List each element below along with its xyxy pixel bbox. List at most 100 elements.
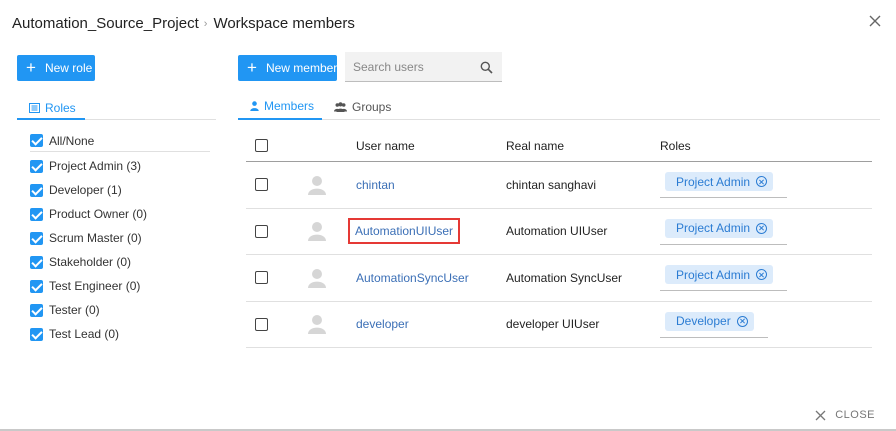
role-chip-label: Project Admin xyxy=(676,267,751,282)
search-icon[interactable] xyxy=(480,61,493,74)
checkbox[interactable] xyxy=(30,279,43,293)
role-chip-label: Project Admin xyxy=(676,174,751,189)
role-chip[interactable]: Project Admin xyxy=(665,265,774,284)
roles-field[interactable]: Project Admin xyxy=(660,261,788,291)
avatar-placeholder-icon xyxy=(308,315,326,335)
avatar xyxy=(308,255,326,301)
close-button[interactable]: CLOSE xyxy=(815,409,875,421)
group-icon xyxy=(334,101,347,112)
avatar-placeholder-icon xyxy=(308,222,326,242)
role-chip[interactable]: Project Admin xyxy=(665,172,774,191)
real-name: chintan sanghavi xyxy=(506,177,597,192)
role-item-stakeholder[interactable]: Stakeholder (0) xyxy=(30,250,210,274)
table-row: AutomationUIUser Automation UIUser Proje… xyxy=(246,209,872,255)
tab-members-label: Members xyxy=(264,98,315,113)
tab-roles-label: Roles xyxy=(45,100,76,115)
close-icon xyxy=(815,410,826,420)
checkbox[interactable] xyxy=(30,255,43,269)
new-role-button[interactable]: + New role xyxy=(17,55,95,81)
user-name-link[interactable]: AutomationSyncUser xyxy=(356,271,469,285)
real-name: Automation SyncUser xyxy=(506,270,623,285)
members-tab-bar: Members Groups xyxy=(238,93,880,120)
role-item-all-none[interactable]: All/None xyxy=(30,130,210,152)
remove-role-icon[interactable] xyxy=(736,315,748,327)
role-label: Test Lead (0) xyxy=(49,327,120,341)
tab-groups[interactable]: Groups xyxy=(334,93,391,120)
new-member-button[interactable]: + New member xyxy=(238,55,337,81)
table-row: chintan chintan sanghavi Project Admin xyxy=(246,162,872,209)
column-user-name[interactable]: User name xyxy=(356,130,415,161)
checkbox[interactable] xyxy=(30,327,43,341)
search-box[interactable] xyxy=(345,52,502,82)
role-chip-label: Developer xyxy=(676,314,731,328)
role-label: Product Owner (0) xyxy=(49,207,148,221)
checkbox[interactable] xyxy=(30,303,43,317)
new-role-label: New role xyxy=(44,61,93,75)
checkbox[interactable] xyxy=(30,207,43,221)
avatar xyxy=(308,162,326,208)
roles-field[interactable]: Developer xyxy=(660,307,768,338)
remove-role-icon[interactable] xyxy=(756,222,768,234)
row-checkbox[interactable] xyxy=(255,317,268,331)
roles-field[interactable]: Project Admin xyxy=(660,214,788,245)
row-checkbox-cell xyxy=(255,302,274,348)
row-checkbox-cell xyxy=(255,209,274,255)
close-icon[interactable] xyxy=(868,14,882,28)
role-label: Project Admin (3) xyxy=(49,159,142,173)
plus-icon: + xyxy=(26,57,36,77)
role-item-scrum-master[interactable]: Scrum Master (0) xyxy=(30,226,210,250)
tab-groups-label: Groups xyxy=(352,99,392,114)
remove-role-icon[interactable] xyxy=(756,269,768,280)
role-item-test-engineer[interactable]: Test Engineer (0) xyxy=(30,274,210,298)
new-member-label: New member xyxy=(265,61,338,75)
breadcrumb: Automation_Source_Project › Workspace memb… xyxy=(12,15,355,32)
checkbox[interactable] xyxy=(30,231,43,245)
role-label: All/None xyxy=(49,133,95,148)
checkbox[interactable] xyxy=(30,183,43,197)
role-item-developer[interactable]: Developer (1) xyxy=(30,178,210,202)
tab-members[interactable]: Members xyxy=(238,93,322,120)
real-name: Automation UIUser xyxy=(506,224,608,239)
user-name-link[interactable]: developer xyxy=(356,317,409,331)
breadcrumb-separator: › xyxy=(203,18,208,30)
checkbox[interactable] xyxy=(30,134,43,147)
avatar-placeholder-icon xyxy=(308,175,326,195)
table-row: AutomationSyncUser Automation SyncUser P… xyxy=(246,255,872,302)
tab-roles[interactable]: Roles xyxy=(17,97,85,120)
avatar xyxy=(308,209,326,255)
column-real-name[interactable]: Real name xyxy=(506,130,564,161)
role-label: Tester (0) xyxy=(49,303,100,317)
table-row: developer developer UIUser Developer xyxy=(246,302,872,348)
roles-field[interactable]: Project Admin xyxy=(660,168,788,198)
role-label: Stakeholder (0) xyxy=(49,255,132,269)
user-name-link[interactable]: AutomationUIUser xyxy=(347,218,461,245)
column-roles: Roles xyxy=(660,138,691,153)
user-icon xyxy=(250,100,259,111)
role-item-product-owner[interactable]: Product Owner (0) xyxy=(30,202,210,226)
avatar-placeholder-icon xyxy=(308,268,326,288)
remove-role-icon[interactable] xyxy=(756,176,768,187)
row-checkbox-cell xyxy=(255,255,274,301)
table-header: User name Real name Roles xyxy=(246,130,872,162)
search-input[interactable] xyxy=(353,59,473,74)
row-checkbox-cell xyxy=(255,162,274,208)
select-all-checkbox[interactable] xyxy=(255,139,268,152)
members-table: User name Real name Roles chintan chinta… xyxy=(246,130,872,348)
role-item-test-lead[interactable]: Test Lead (0) xyxy=(30,322,210,346)
row-checkbox[interactable] xyxy=(255,224,268,238)
dialog-header: Automation_Source_Project › Workspace memb… xyxy=(0,0,896,46)
row-checkbox[interactable] xyxy=(255,271,268,285)
dialog-title: Workspace members xyxy=(213,15,355,32)
roles-list: All/None Project Admin (3) Developer (1)… xyxy=(30,130,210,346)
real-name: developer UIUser xyxy=(506,317,600,332)
role-item-tester[interactable]: Tester (0) xyxy=(30,298,210,322)
row-checkbox[interactable] xyxy=(255,178,268,192)
role-chip[interactable]: Project Admin xyxy=(665,218,774,238)
role-chip[interactable]: Developer xyxy=(665,311,754,331)
breadcrumb-project[interactable]: Automation_Source_Project xyxy=(12,15,199,32)
checkbox[interactable] xyxy=(30,159,43,173)
plus-icon: + xyxy=(247,57,257,77)
role-item-project-admin[interactable]: Project Admin (3) xyxy=(30,154,210,178)
roles-tab-bar: Roles xyxy=(17,97,216,120)
user-name-link[interactable]: chintan xyxy=(356,178,395,192)
